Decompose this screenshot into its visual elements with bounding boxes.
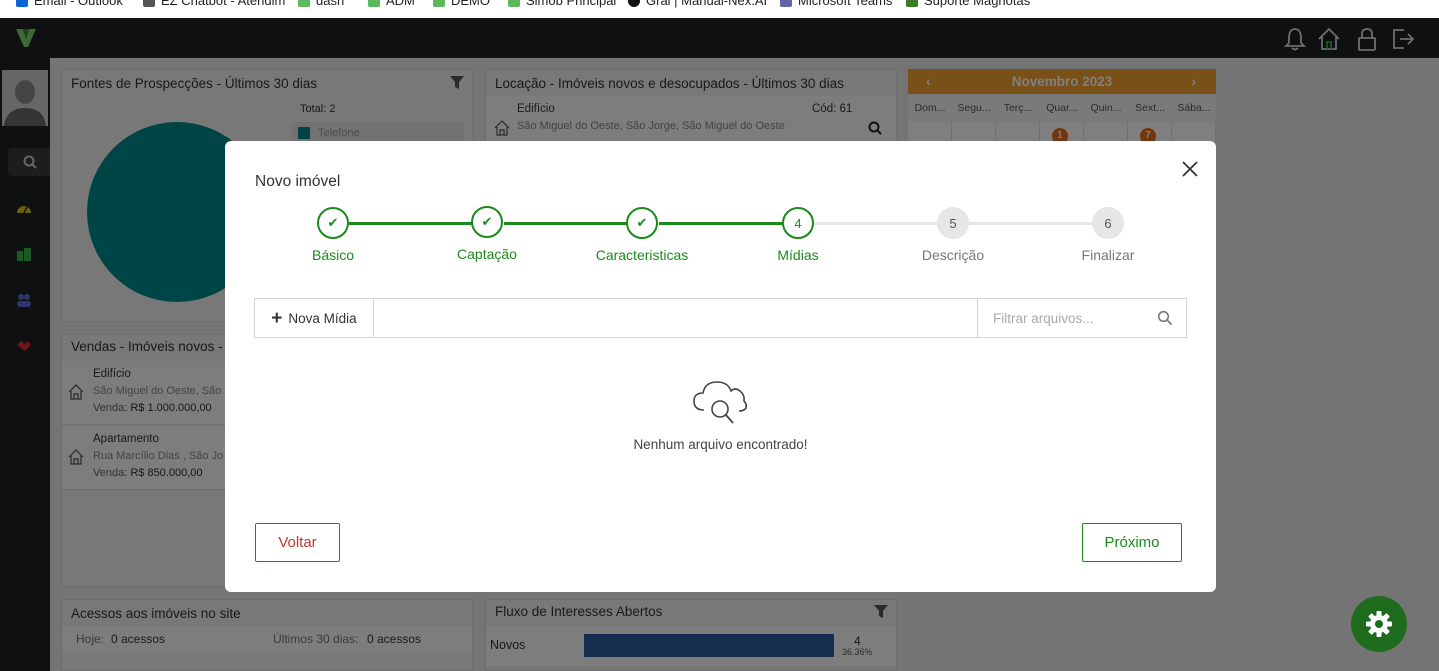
gear-icon <box>1366 611 1392 637</box>
bookmark-dash[interactable]: dash <box>298 0 344 8</box>
bookmark-chatbot[interactable]: EZ Chatbot - Atendim <box>143 0 285 8</box>
step-number: 4 <box>782 207 814 239</box>
leaf-icon <box>298 0 310 7</box>
check-icon: ✔ <box>317 207 349 239</box>
bookmark-outlook[interactable]: Email - Outlook <box>16 0 123 8</box>
step-label: Captação <box>457 246 517 262</box>
new-media-label: Nova Mídia <box>288 310 357 326</box>
bookmark-demo[interactable]: DEMO <box>433 0 490 8</box>
step-caracteristicas[interactable]: ✔ Caracteristicas <box>572 206 712 263</box>
step-basico[interactable]: ✔ Básico <box>263 206 403 263</box>
step-midias[interactable]: 4 Mídias <box>728 206 868 263</box>
step-number: 5 <box>937 207 969 239</box>
step-label: Caracteristicas <box>595 247 689 263</box>
step-number: 6 <box>1092 207 1124 239</box>
step-descricao[interactable]: 5 Descrição <box>883 206 1023 263</box>
gral-icon <box>628 0 640 7</box>
empty-state-text: Nenhum arquivo encontrado! <box>633 437 808 452</box>
step-finalizar[interactable]: 6 Finalizar <box>1038 206 1178 263</box>
media-toolbar: + Nova Mídia <box>254 298 1187 338</box>
new-property-modal: Novo imóvel ✔ Básico ✔ Captação ✔ Caract… <box>225 141 1216 592</box>
suporte-icon <box>906 0 918 7</box>
check-icon: ✔ <box>626 207 658 239</box>
back-button[interactable]: Voltar <box>255 523 340 562</box>
bookmark-adm[interactable]: ADM <box>368 0 415 8</box>
outlook-icon <box>16 0 28 7</box>
chatbot-icon <box>143 0 155 7</box>
leaf-icon <box>433 0 445 7</box>
next-button[interactable]: Próximo <box>1082 523 1182 562</box>
step-captacao[interactable]: ✔ Captação <box>417 205 557 262</box>
new-media-button[interactable]: + Nova Mídia <box>255 299 374 337</box>
cloud-search-icon <box>693 381 748 424</box>
step-label: Básico <box>311 247 355 263</box>
step-label: Mídias <box>777 247 819 263</box>
search-icon[interactable] <box>1157 310 1173 326</box>
leaf-icon <box>508 0 520 7</box>
bookmark-simob[interactable]: Simob Principal <box>508 0 616 8</box>
close-icon[interactable] <box>1178 157 1202 181</box>
step-label: Finalizar <box>1081 247 1135 263</box>
leaf-icon <box>368 0 380 7</box>
step-label: Descrição <box>921 247 985 263</box>
bookmark-gral[interactable]: Gral | Manual-Nex.AI <box>628 0 767 8</box>
modal-title: Novo imóvel <box>255 173 341 190</box>
bookmark-teams[interactable]: Microsoft Teams <box>780 0 892 8</box>
plus-icon: + <box>271 307 283 329</box>
bookmark-suporte[interactable]: Suporte Magnotas <box>906 0 1030 8</box>
check-icon: ✔ <box>471 206 503 238</box>
teams-icon <box>780 0 792 7</box>
bookmarks-bar: Email - Outlook EZ Chatbot - Atendim das… <box>0 0 1439 18</box>
filter-files-input[interactable] <box>977 299 1186 337</box>
settings-fab[interactable] <box>1351 596 1407 652</box>
